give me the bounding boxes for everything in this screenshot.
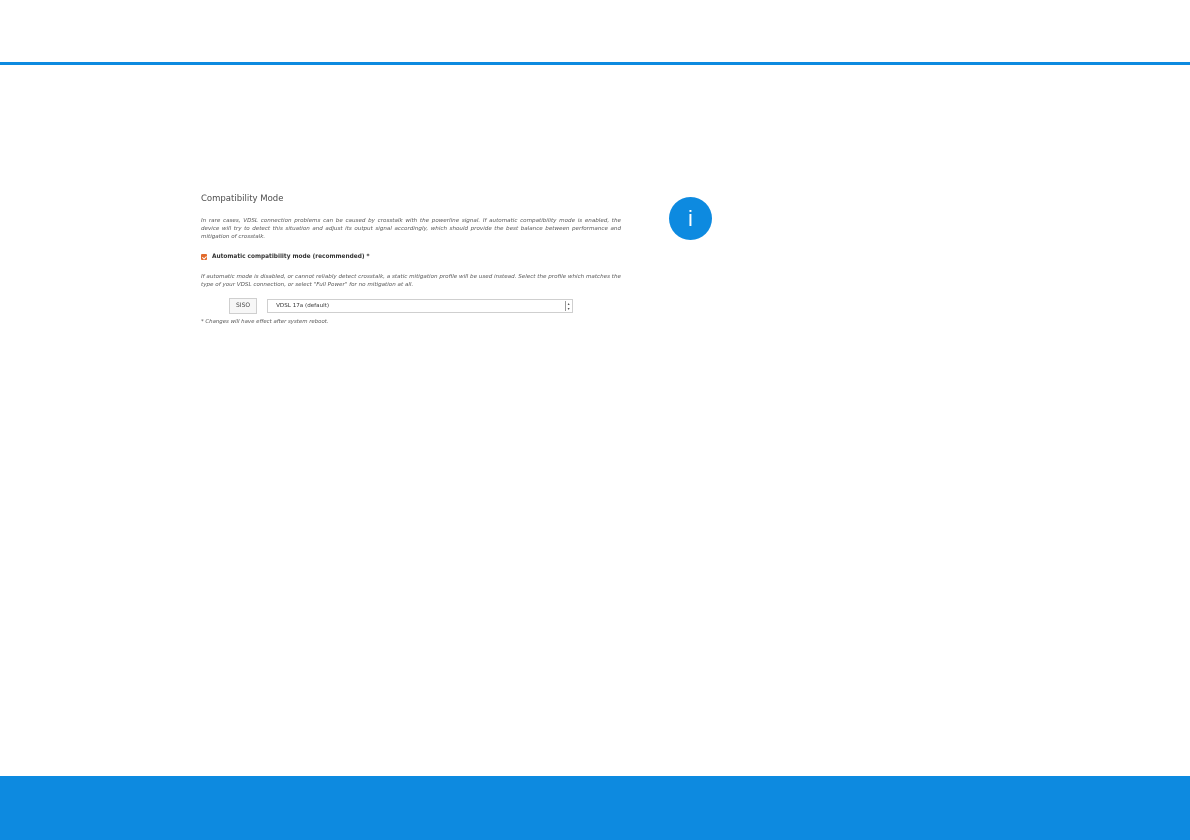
profile-select-row: SISO VDSL 17a (default) ▴ ▾ <box>229 298 621 314</box>
page: Compatibility Mode In rare cases, VDSL c… <box>0 0 1190 840</box>
compatibility-panel: Compatibility Mode In rare cases, VDSL c… <box>201 194 621 325</box>
auto-compat-checkbox[interactable] <box>201 254 207 260</box>
section-description: In rare cases, VDSL connection problems … <box>201 218 621 240</box>
chevron-updown-icon[interactable]: ▴ ▾ <box>565 301 571 311</box>
auto-compat-label: Automatic compatibility mode (recommende… <box>212 254 370 260</box>
header-rule <box>0 62 1190 65</box>
info-icon: i <box>669 197 712 240</box>
section-title: Compatibility Mode <box>201 194 284 204</box>
footer-band <box>0 776 1190 840</box>
profile-select-value: VDSL 17a (default) <box>276 303 330 309</box>
siso-tag: SISO <box>229 298 258 314</box>
reboot-footnote: * Changes will have effect after system … <box>201 319 329 325</box>
mitigation-description: If automatic mode is disabled, or cannot… <box>201 274 621 288</box>
profile-select[interactable]: VDSL 17a (default) ▴ ▾ <box>267 299 574 313</box>
auto-compat-row[interactable]: Automatic compatibility mode (recommende… <box>201 254 621 260</box>
